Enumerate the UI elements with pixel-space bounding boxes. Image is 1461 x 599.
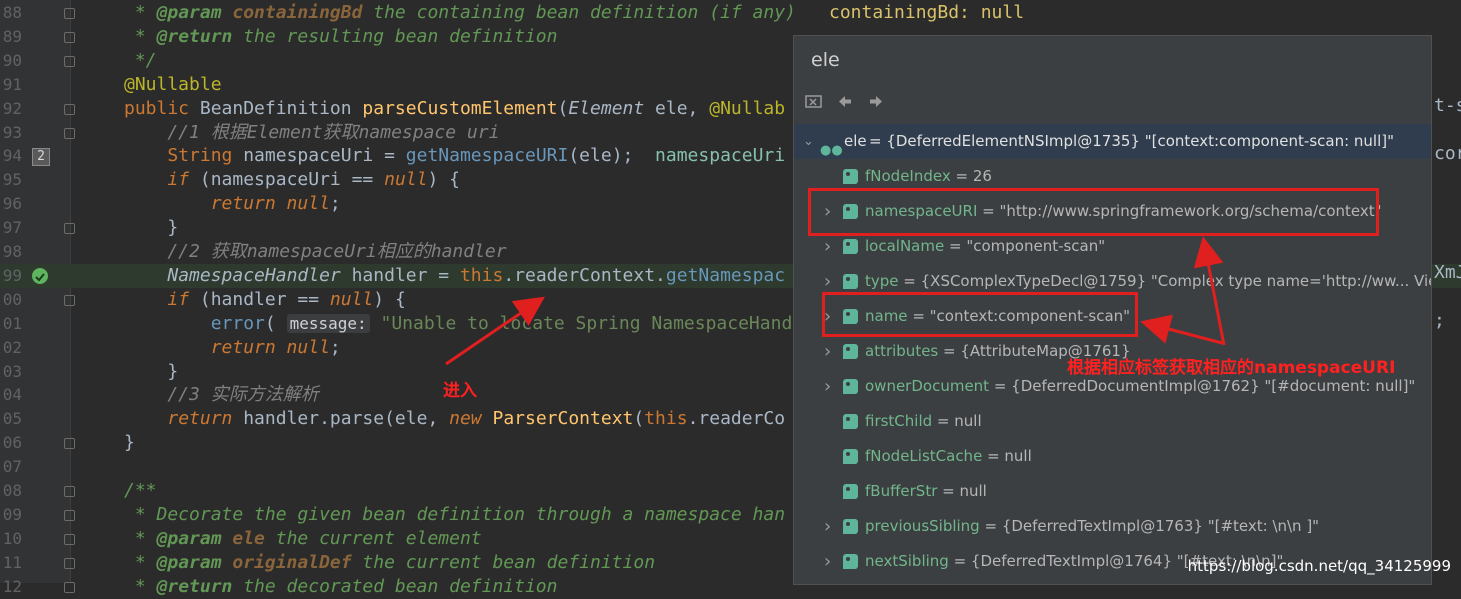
fold-marker-icon[interactable]	[64, 581, 75, 593]
arrow-to-name	[1140, 314, 1223, 345]
watermark: https://blog.csdn.net/qq_34125999	[1187, 557, 1451, 575]
annotation-enter: 进入	[443, 381, 477, 401]
arrow-to-reader-context	[445, 296, 545, 366]
arrow-to-namespaceuri	[1193, 236, 1226, 346]
annotation-arrows	[445, 236, 1226, 366]
annotation-namespace: 根据相应标签获取相应的namespaceURI	[1067, 358, 1396, 378]
